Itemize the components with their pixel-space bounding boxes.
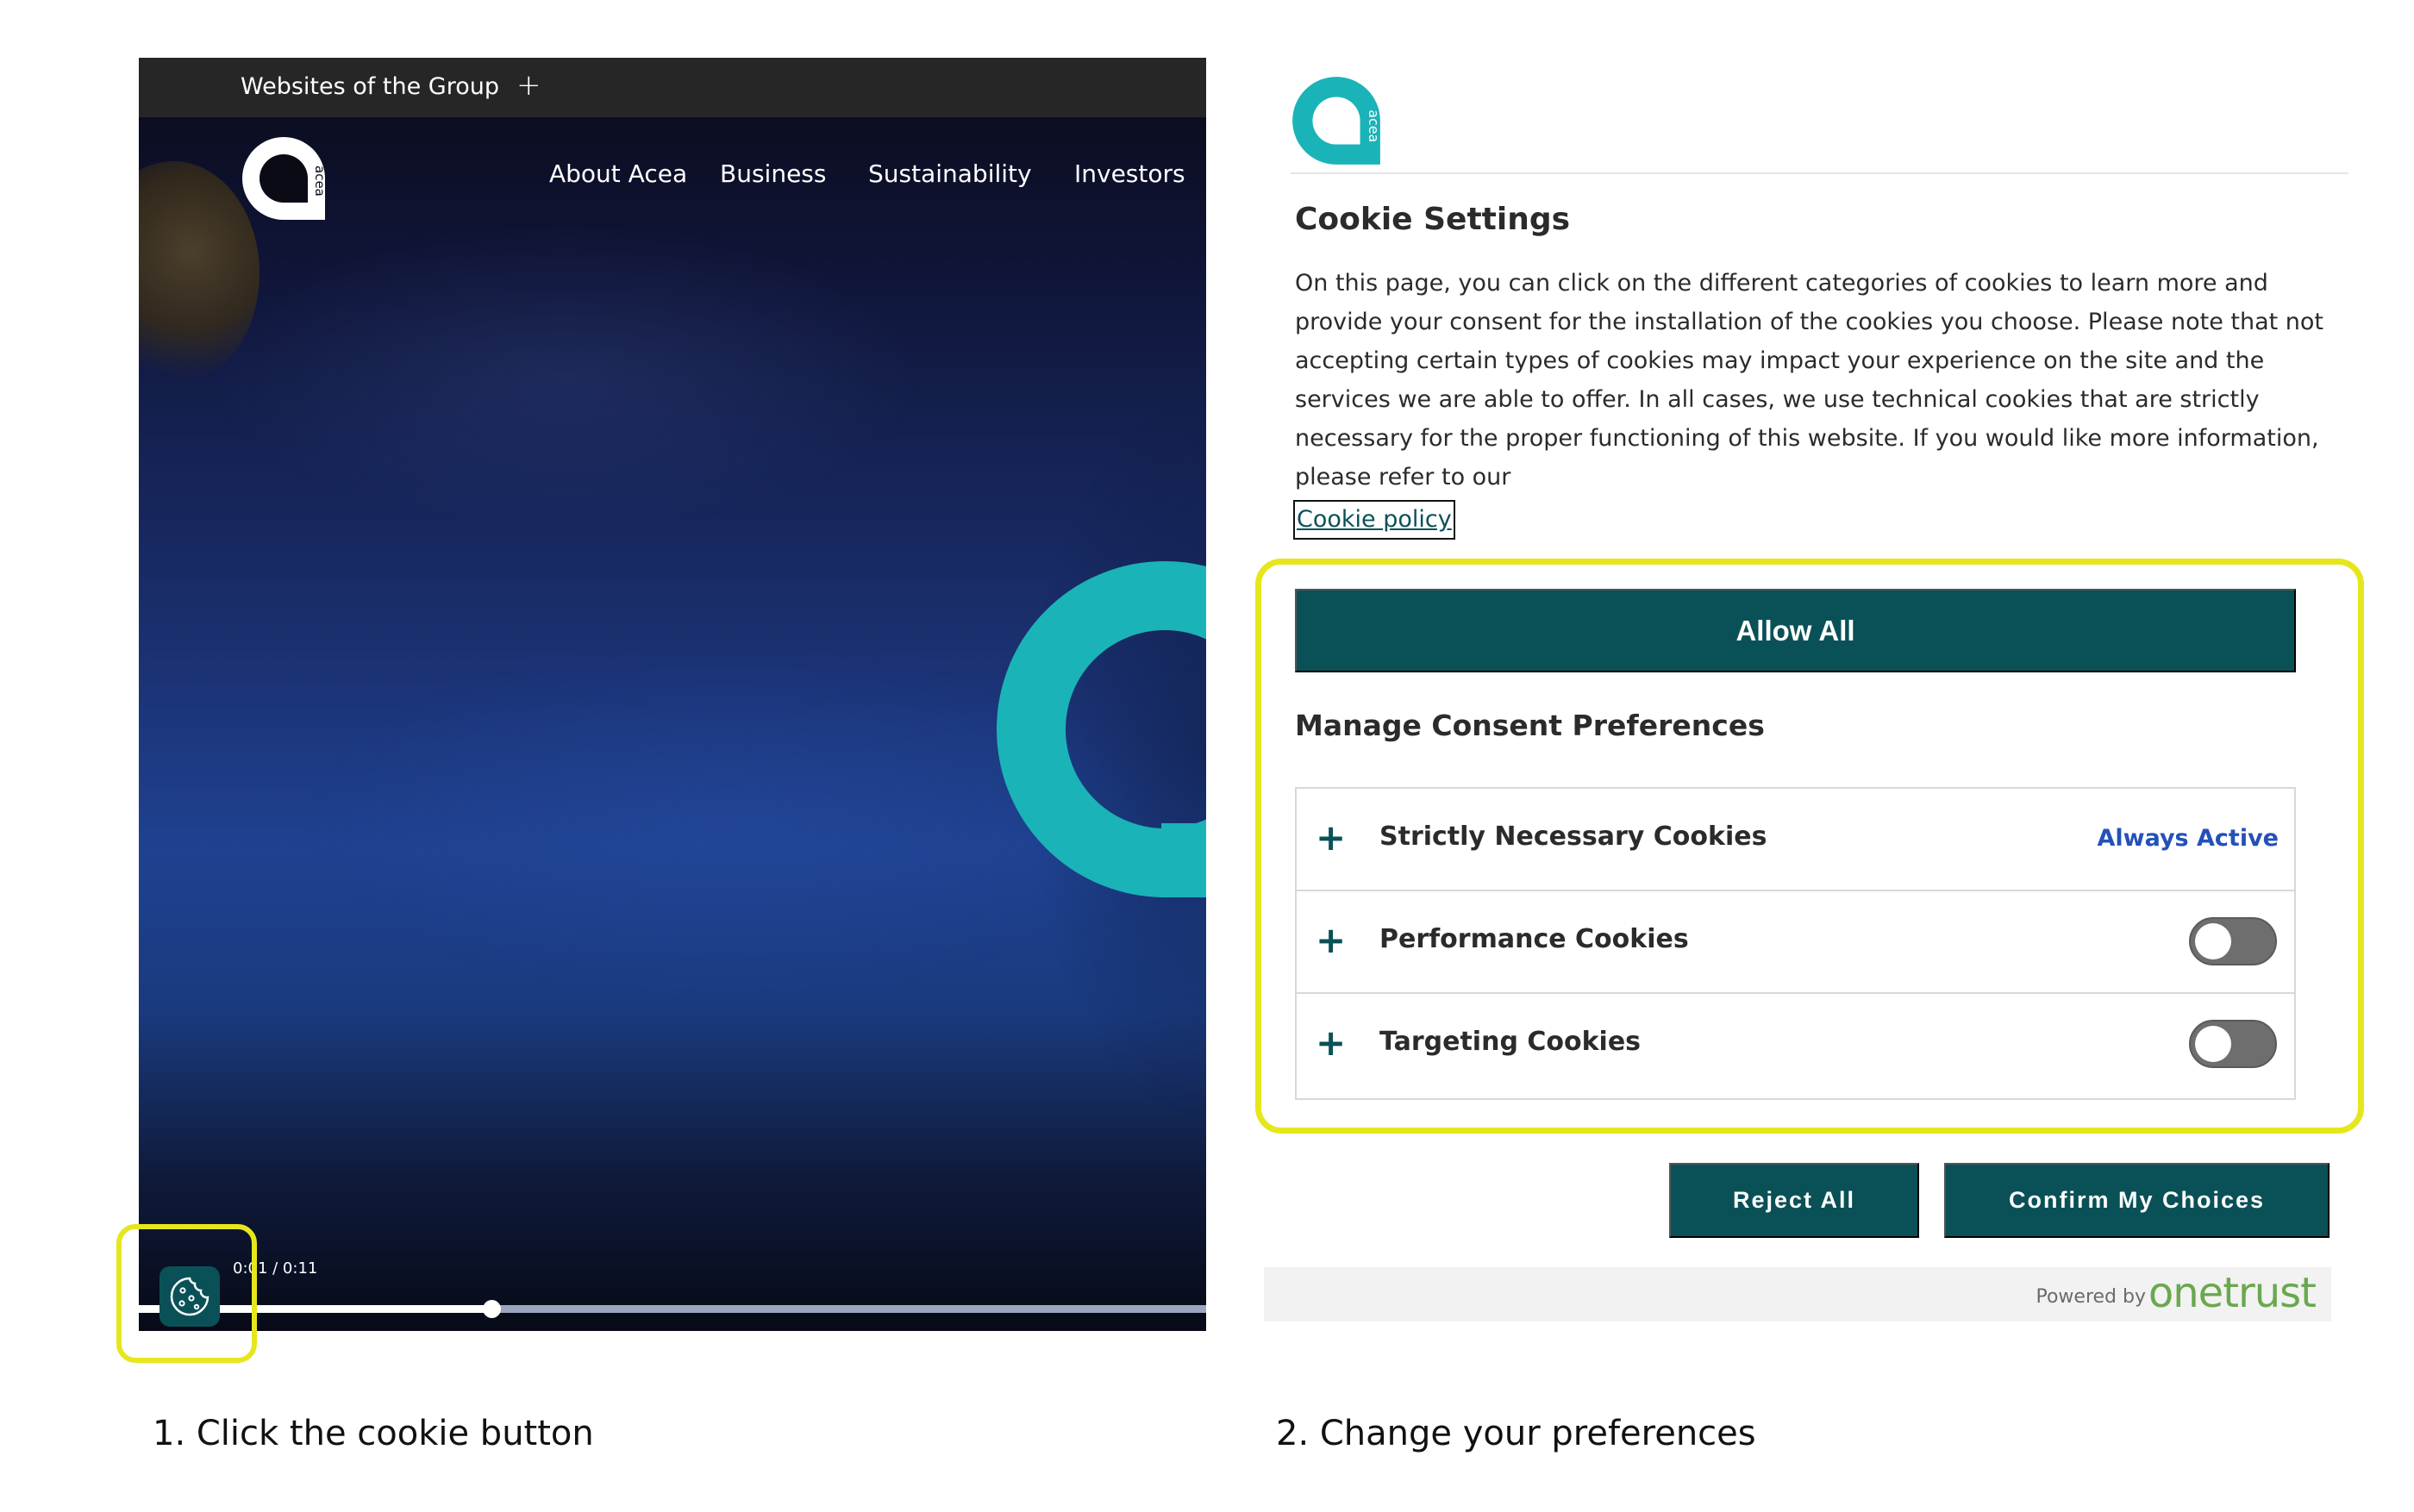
pref-targeting[interactable]: + Targeting Cookies xyxy=(1297,994,2294,1098)
pref-performance[interactable]: + Performance Cookies xyxy=(1297,891,2294,994)
manage-consent-title: Manage Consent Preferences xyxy=(1295,709,1765,742)
group-websites-label[interactable]: Websites of the Group xyxy=(241,73,499,100)
panel-divider xyxy=(1291,172,2348,174)
powered-by-footer: Powered by onetrust xyxy=(1264,1267,2331,1321)
reject-all-button[interactable]: Reject All xyxy=(1669,1163,1919,1238)
pref-strictly-necessary[interactable]: + Strictly Necessary Cookies Always Acti… xyxy=(1297,789,2294,891)
onetrust-logo[interactable]: onetrust xyxy=(2148,1269,2317,1317)
toggle-knob xyxy=(2195,1026,2231,1062)
nav-about-acea[interactable]: About Acea xyxy=(549,159,687,188)
preference-list: + Strictly Necessary Cookies Always Acti… xyxy=(1295,787,2296,1100)
website-screenshot: Websites of the Group + acea About Acea … xyxy=(139,58,1206,1331)
pref-label: Strictly Necessary Cookies xyxy=(1379,822,1767,852)
cookie-settings-title: Cookie Settings xyxy=(1295,202,1571,237)
expand-plus-icon[interactable]: + xyxy=(1316,1025,1346,1061)
cookie-settings-description: On this page, you can click on the diffe… xyxy=(1295,270,2324,490)
plus-icon[interactable]: + xyxy=(516,68,541,103)
highlight-cookie-button xyxy=(116,1224,257,1363)
video-scrubber-handle[interactable] xyxy=(482,1300,501,1318)
always-active-status: Always Active xyxy=(2097,825,2279,852)
nav-sustainability[interactable]: Sustainability xyxy=(868,159,1032,188)
nav-business[interactable]: Business xyxy=(720,159,826,188)
caption-step-1: 1. Click the cookie button xyxy=(153,1414,594,1453)
allow-all-button[interactable]: Allow All xyxy=(1295,589,2296,672)
expand-plus-icon[interactable]: + xyxy=(1316,922,1346,959)
pref-label: Targeting Cookies xyxy=(1379,1027,1642,1057)
panel-acea-logo: acea xyxy=(1292,77,1382,165)
acea-logo[interactable]: acea xyxy=(241,135,327,222)
expand-plus-icon[interactable]: + xyxy=(1316,820,1346,856)
confirm-choices-button[interactable]: Confirm My Choices xyxy=(1944,1163,2330,1238)
caption-step-2: 2. Change your preferences xyxy=(1276,1414,1756,1453)
toggle-knob xyxy=(2195,923,2231,959)
performance-toggle[interactable] xyxy=(2189,917,2277,965)
cookie-policy-link[interactable]: Cookie policy xyxy=(1293,500,1455,540)
logo-text: acea xyxy=(312,166,327,197)
nav-investors[interactable]: Investors xyxy=(1074,159,1185,188)
hero-logo-tail xyxy=(1161,823,1206,897)
group-websites-bar[interactable]: Websites of the Group + xyxy=(139,58,1206,117)
targeting-toggle[interactable] xyxy=(2189,1020,2277,1068)
powered-by-label: Powered by xyxy=(2036,1286,2146,1308)
pref-label: Performance Cookies xyxy=(1379,924,1689,954)
panel-logo-text: acea xyxy=(1366,109,1382,142)
